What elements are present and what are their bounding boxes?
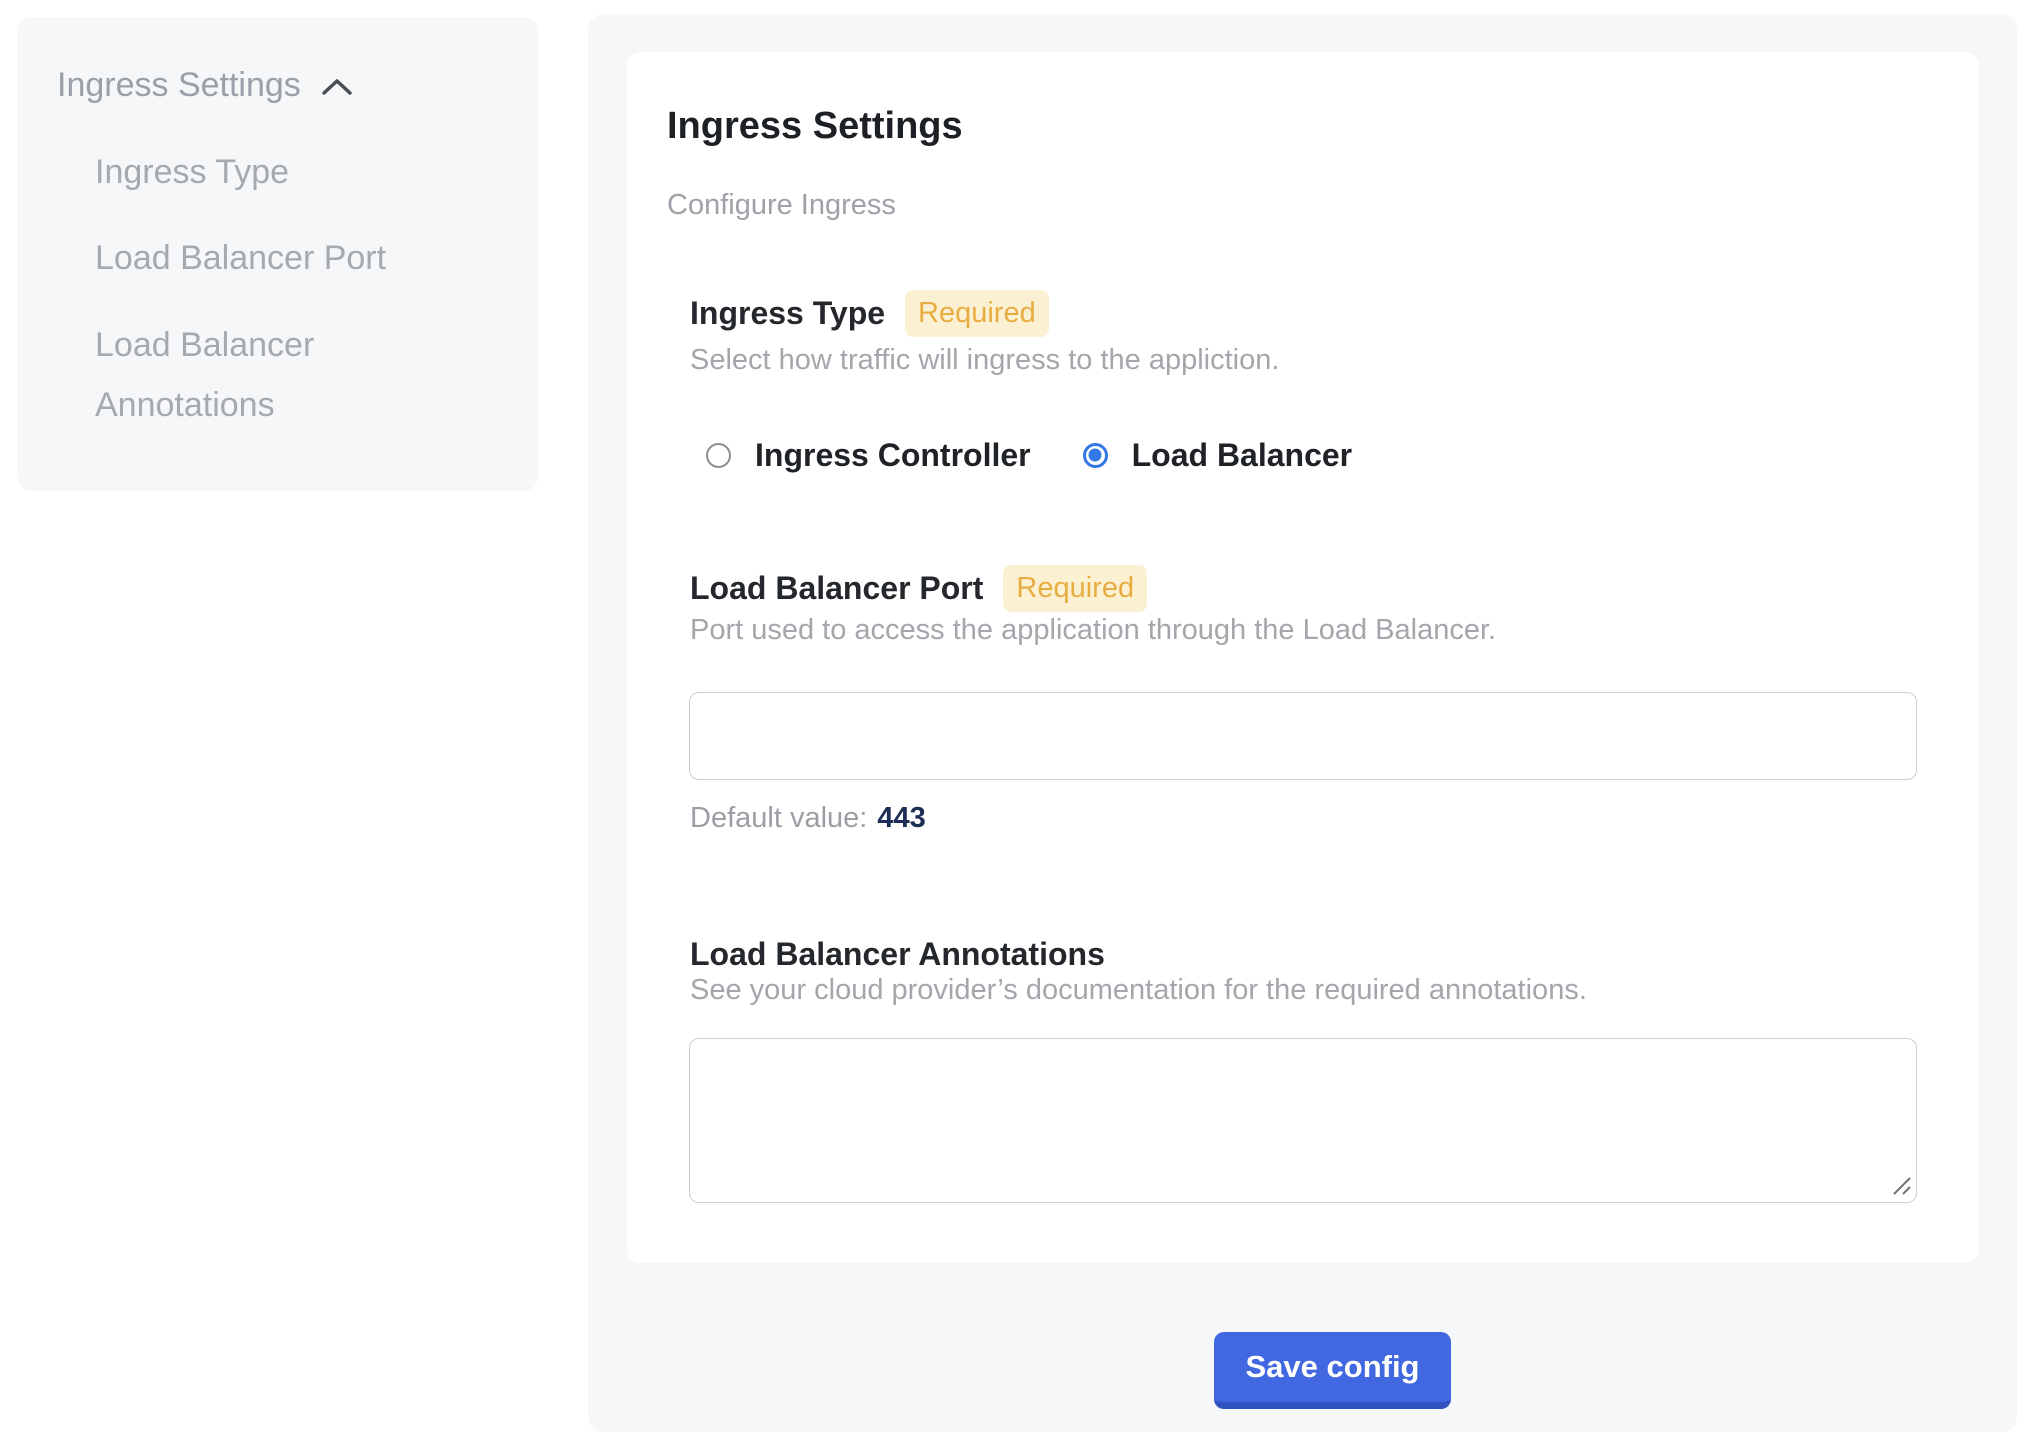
load-balancer-port-help: Port used to access the application thro… <box>690 613 1496 647</box>
radio-option-label: Ingress Controller <box>755 437 1031 474</box>
default-value: 443 <box>877 802 925 834</box>
load-balancer-annotations-textarea[interactable] <box>689 1038 1917 1203</box>
sidebar-section-title: Ingress Settings <box>57 66 301 105</box>
load-balancer-port-label-row: Load Balancer Port Required <box>690 565 1147 612</box>
radio-option-load-balancer[interactable]: Load Balancer <box>1083 437 1353 474</box>
default-value-row: Default value: 443 <box>690 801 926 836</box>
sidebar-item-load-balancer-port[interactable]: Load Balancer Port <box>95 228 386 288</box>
settings-panel: Ingress Settings Configure Ingress Ingre… <box>588 14 2017 1432</box>
required-badge: Required <box>905 290 1049 337</box>
chevron-up-icon <box>321 77 353 97</box>
load-balancer-annotations-label: Load Balancer Annotations <box>690 936 1105 973</box>
sidebar-item-ingress-type[interactable]: Ingress Type <box>95 142 289 202</box>
load-balancer-annotations-label-row: Load Balancer Annotations <box>690 931 1105 978</box>
radio-button-icon[interactable] <box>706 443 731 468</box>
required-badge: Required <box>1003 565 1147 612</box>
load-balancer-annotations-field <box>689 1038 1917 1203</box>
resize-handle-icon[interactable] <box>1890 1174 1912 1196</box>
load-balancer-port-label: Load Balancer Port <box>690 570 983 607</box>
radio-option-ingress-controller[interactable]: Ingress Controller <box>706 437 1031 474</box>
ingress-type-label-row: Ingress Type Required <box>690 290 1049 337</box>
ingress-type-help: Select how traffic will ingress to the a… <box>690 343 1279 377</box>
ingress-settings-card: Ingress Settings Configure Ingress Ingre… <box>627 52 1979 1263</box>
load-balancer-annotations-help: See your cloud provider’s documentation … <box>690 973 1587 1007</box>
page-title: Ingress Settings <box>667 103 963 149</box>
default-value-label: Default value: <box>690 802 867 834</box>
ingress-type-label: Ingress Type <box>690 295 885 332</box>
page-subtitle: Configure Ingress <box>667 188 896 223</box>
sidebar-item-load-balancer-annotations[interactable]: Load Balancer Annotations <box>95 315 425 435</box>
load-balancer-port-input[interactable] <box>689 692 1917 780</box>
sidebar-section-toggle[interactable]: Ingress Settings <box>57 63 353 107</box>
ingress-type-radio-group: Ingress Controller Load Balancer <box>706 439 1352 471</box>
radio-button-icon[interactable] <box>1083 443 1108 468</box>
save-config-button[interactable]: Save config <box>1214 1332 1451 1409</box>
radio-option-label: Load Balancer <box>1132 437 1353 474</box>
settings-sidebar: Ingress Settings Ingress Type Load Balan… <box>17 17 538 491</box>
